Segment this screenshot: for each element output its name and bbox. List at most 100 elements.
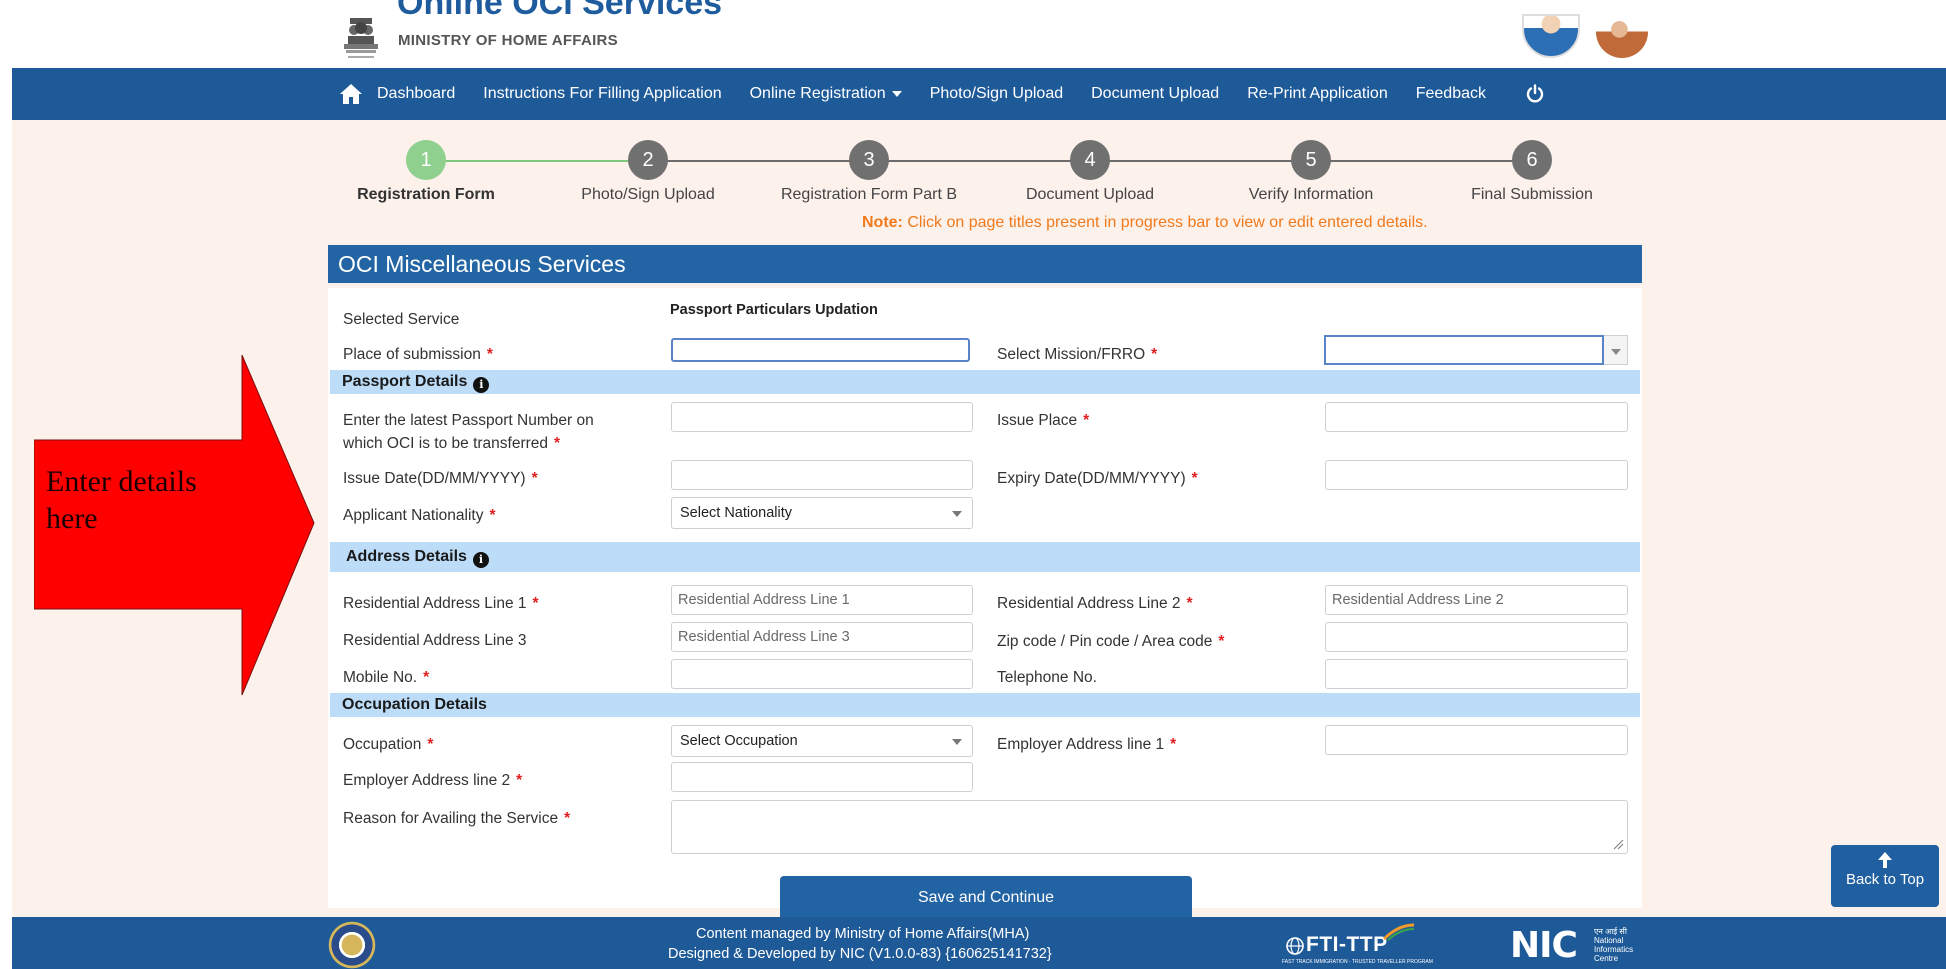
required-marker: * — [564, 810, 571, 827]
required-marker: * — [531, 470, 538, 487]
nic-letters: NIC — [1510, 925, 1578, 966]
nationality-select[interactable]: Select Nationality — [671, 497, 973, 529]
required-marker: * — [489, 507, 496, 524]
footer-credits: Content managed by Ministry of Home Affa… — [668, 924, 1368, 964]
caret-down-icon — [891, 90, 902, 97]
employer-line1-label: Employer Address line 1 * — [997, 733, 1176, 756]
nav-reprint-application[interactable]: Re-Print Application — [1247, 85, 1388, 103]
zip-code-label-text: Zip code / Pin code / Area code — [997, 633, 1213, 650]
step-label: Verify Information — [1248, 186, 1374, 203]
nav-instructions[interactable]: Instructions For Filling Application — [483, 85, 721, 103]
leader-photo-2 — [1596, 14, 1648, 58]
step-final-submission[interactable]: 6 Final Submission — [1432, 140, 1632, 204]
step-photo-sign-upload[interactable]: 2 Photo/Sign Upload — [548, 140, 748, 204]
required-marker: * — [516, 772, 523, 789]
chevron-down-icon — [952, 739, 962, 745]
address-line1-label: Residential Address Line 1 * — [343, 592, 539, 615]
top-header: Online OCI Services MINISTRY OF HOME AFF… — [12, 0, 1946, 68]
progress-note: Note: Click on page titles present in pr… — [862, 214, 1428, 232]
mobile-label-text: Mobile No. — [343, 669, 418, 686]
employer-line2-input[interactable] — [671, 762, 973, 792]
passport-number-label-line2: which OCI is to be transferred — [343, 435, 549, 452]
issue-date-input[interactable] — [671, 460, 973, 490]
employer-line1-input[interactable] — [1325, 725, 1628, 755]
nationality-select-value: Select Nationality — [680, 505, 793, 521]
address-line2-label-text: Residential Address Line 2 — [997, 595, 1181, 612]
nic-logo[interactable]: NIC एन आई सी National Informatics Centre — [1510, 925, 1640, 966]
expiry-date-label-text: Expiry Date(DD/MM/YYYY) — [997, 470, 1186, 487]
place-of-submission-input[interactable] — [671, 338, 970, 362]
address-section-title: Address Details — [346, 548, 467, 565]
chevron-down-icon — [952, 511, 962, 517]
back-to-top-button[interactable]: Back to Top — [1831, 845, 1939, 907]
info-icon[interactable]: i — [472, 552, 489, 568]
mobile-input[interactable] — [671, 659, 973, 689]
step-verify-information[interactable]: 5 Verify Information — [1211, 140, 1411, 204]
step-registration-form[interactable]: 1 Registration Form — [326, 140, 526, 204]
occupation-select[interactable]: Select Occupation — [671, 725, 973, 757]
nav-photo-sign-upload[interactable]: Photo/Sign Upload — [930, 85, 1063, 103]
globe-icon — [1286, 937, 1304, 955]
employer-line2-label: Employer Address line 2 * — [343, 769, 522, 792]
address-line3-label: Residential Address Line 3 — [343, 629, 527, 652]
selected-service-label: Selected Service — [343, 311, 460, 328]
mission-select[interactable] — [1324, 335, 1604, 365]
note-text: Click on page titles present in progress… — [902, 214, 1428, 231]
address-line1-input[interactable] — [671, 585, 973, 615]
occupation-select-value: Select Occupation — [680, 733, 798, 749]
required-marker: * — [1170, 736, 1177, 753]
home-icon[interactable] — [327, 83, 377, 105]
issue-date-label: Issue Date(DD/MM/YYYY) * — [343, 467, 538, 490]
passport-number-label-2: which OCI is to be transferred * — [343, 432, 560, 455]
required-marker: * — [423, 669, 430, 686]
nav-feedback[interactable]: Feedback — [1416, 85, 1486, 103]
employer-line1-label-text: Employer Address line 1 — [997, 736, 1165, 753]
step-label: Document Upload — [1025, 186, 1155, 203]
step-document-upload[interactable]: 4 Document Upload — [990, 140, 1190, 204]
back-to-top-label: Back to Top — [1845, 871, 1925, 888]
issue-place-label: Issue Place * — [997, 409, 1089, 432]
arrow-up-icon — [1878, 852, 1892, 868]
expiry-date-input[interactable] — [1325, 460, 1628, 490]
required-marker: * — [1191, 470, 1198, 487]
required-marker: * — [554, 435, 561, 452]
footer-content-managed: Content managed by Ministry of Home Affa… — [696, 926, 1030, 942]
resize-handle-icon[interactable] — [1612, 838, 1624, 850]
required-marker: * — [1083, 412, 1090, 429]
fti-ttp-logo[interactable]: FTI-TTP FAST TRACK IMMIGRATION - TRUSTED… — [1272, 923, 1433, 967]
info-icon[interactable]: i — [473, 377, 490, 393]
place-of-submission-label: Place of submission * — [343, 343, 493, 366]
main-navbar: Dashboard Instructions For Filling Appli… — [12, 68, 1946, 120]
panel-title: OCI Miscellaneous Services — [328, 245, 1642, 283]
issue-place-input[interactable] — [1325, 402, 1628, 432]
required-marker: * — [1151, 346, 1158, 363]
annotation-text: Enter details here — [46, 465, 197, 535]
address-line3-input[interactable] — [671, 622, 973, 652]
address-line2-input[interactable] — [1325, 585, 1628, 615]
nic-full-2: Informatics — [1594, 945, 1634, 954]
mha-seal-icon — [328, 921, 376, 969]
step-label: Photo/Sign Upload — [581, 186, 715, 203]
occupation-label-text: Occupation — [343, 736, 422, 753]
step-registration-form-part-b[interactable]: 3 Registration Form Part B — [769, 140, 969, 204]
nav-online-registration[interactable]: Online Registration — [750, 85, 902, 103]
nationality-label: Applicant Nationality * — [343, 504, 496, 527]
telephone-input[interactable] — [1325, 659, 1628, 689]
nav-dashboard[interactable]: Dashboard — [377, 85, 455, 103]
address-line3-label-text: Residential Address Line 3 — [343, 632, 527, 649]
passport-number-input[interactable] — [671, 402, 973, 432]
nic-full-1: National — [1594, 936, 1624, 945]
progress-stepper: 1 Registration Form 2 Photo/Sign Upload … — [328, 140, 1634, 210]
reason-textarea[interactable] — [671, 800, 1628, 854]
national-emblem-icon — [344, 18, 378, 58]
chevron-down-icon[interactable] — [1604, 335, 1628, 365]
nav-document-upload[interactable]: Document Upload — [1091, 85, 1219, 103]
address-details-section: Address Details i — [330, 542, 1640, 572]
ministry-name: MINISTRY OF HOME AFFAIRS — [398, 32, 618, 49]
step-label: Registration Form — [357, 186, 495, 203]
save-and-continue-button[interactable]: Save and Continue — [780, 876, 1192, 920]
zip-code-input[interactable] — [1325, 622, 1628, 652]
passport-section-title: Passport Details — [342, 373, 468, 390]
power-icon[interactable] — [1522, 81, 1548, 107]
reason-label: Reason for Availing the Service * — [343, 807, 570, 830]
